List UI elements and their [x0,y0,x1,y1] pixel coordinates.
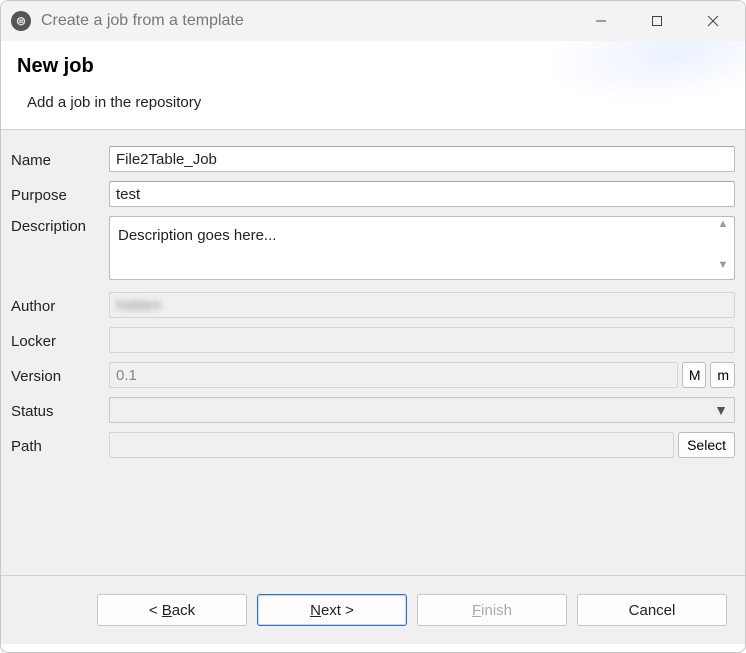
locker-label: Locker [11,331,109,350]
finish-label-rest: inish [481,602,512,619]
description-input[interactable]: Description goes here... [109,216,735,280]
minimize-button[interactable] [579,6,623,36]
chevron-down-icon: ▼ [714,402,728,418]
page-title: New job [17,55,729,78]
wizard-header: New job Add a job in the repository [1,41,745,130]
name-input[interactable] [109,146,735,172]
version-major-button[interactable]: M [682,362,707,388]
form-area: Name Purpose Description Description goe… [1,130,745,575]
description-label: Description [11,216,109,235]
name-label: Name [11,150,109,169]
version-field [109,362,678,388]
scroll-up-icon[interactable]: ▲ [715,219,731,230]
author-field: hidden [109,292,735,318]
next-button[interactable]: Next > [257,594,407,626]
finish-button: Finish [417,594,567,626]
titlebar: ⊜ Create a job from a template [1,1,745,41]
next-label-rest: ext [321,602,341,619]
version-label: Version [11,366,109,385]
wizard-footer: < Back Next > Finish Cancel [1,575,745,644]
status-select[interactable]: ▼ [109,397,735,423]
page-subtitle: Add a job in the repository [17,94,729,111]
cancel-button[interactable]: Cancel [577,594,727,626]
purpose-input[interactable] [109,181,735,207]
close-button[interactable] [691,6,735,36]
path-field [109,432,674,458]
locker-field [109,327,735,353]
back-label-rest: ack [172,602,195,619]
purpose-label: Purpose [11,185,109,204]
version-minor-button[interactable]: m [710,362,735,388]
back-button[interactable]: < Back [97,594,247,626]
window-controls [579,6,735,36]
maximize-button[interactable] [635,6,679,36]
author-label: Author [11,296,109,315]
path-label: Path [11,436,109,455]
status-label: Status [11,401,109,420]
app-icon: ⊜ [11,11,31,31]
description-scroll: ▲ ▼ [715,219,731,271]
scroll-down-icon[interactable]: ▼ [715,260,731,271]
path-select-button[interactable]: Select [678,432,735,458]
window-title: Create a job from a template [41,12,579,30]
